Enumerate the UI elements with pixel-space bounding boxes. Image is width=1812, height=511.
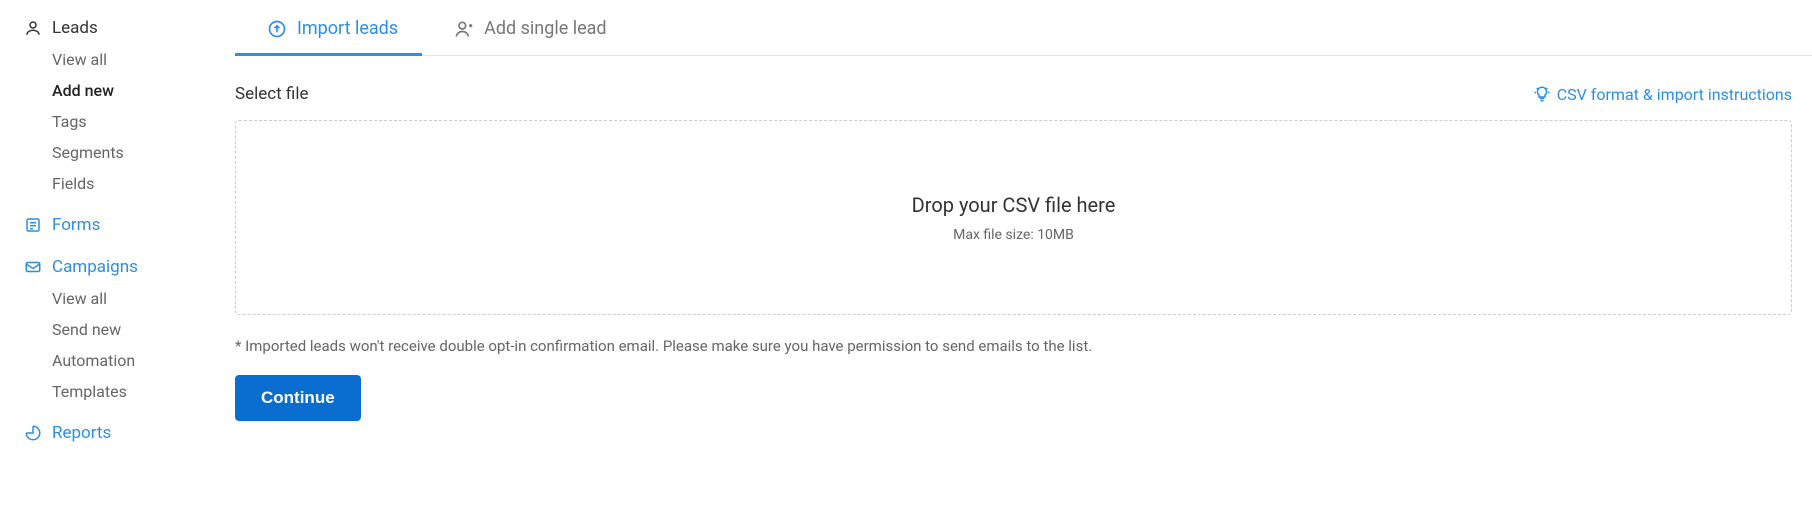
sidebar-item-campaigns-view-all[interactable]: View all xyxy=(52,283,235,314)
tab-label: Add single lead xyxy=(484,18,606,39)
lightbulb-icon xyxy=(1533,85,1551,103)
envelope-icon xyxy=(24,258,42,276)
sidebar-section-campaigns: Campaigns View all Send new Automation T… xyxy=(24,251,235,407)
sidebar-item-fields[interactable]: Fields xyxy=(52,168,235,199)
sidebar-item-tags[interactable]: Tags xyxy=(52,106,235,137)
content-area: Select file CSV format & imp xyxy=(235,56,1792,421)
main-content: Import leads Add single lead Select file xyxy=(235,0,1812,511)
sidebar-label: Forms xyxy=(52,215,100,235)
sidebar-label: Leads xyxy=(52,18,98,38)
dropzone-subtitle: Max file size: 10MB xyxy=(953,227,1074,243)
section-title: Select file xyxy=(235,84,309,104)
sidebar-header-leads[interactable]: Leads xyxy=(24,12,235,44)
import-note: * Imported leads won't receive double op… xyxy=(235,337,1792,355)
sidebar-item-send-new[interactable]: Send new xyxy=(52,314,235,345)
tab-import-leads[interactable]: Import leads xyxy=(235,0,422,55)
user-icon xyxy=(24,19,42,37)
section-header: Select file CSV format & imp xyxy=(235,84,1792,104)
form-icon xyxy=(24,216,42,234)
csv-dropzone[interactable]: Drop your CSV file here Max file size: 1… xyxy=(235,120,1792,315)
sidebar-section-reports: Reports xyxy=(24,417,235,449)
help-link-text: CSV format & import instructions xyxy=(1557,85,1792,104)
sidebar-item-view-all[interactable]: View all xyxy=(52,44,235,75)
sidebar-item-add-new[interactable]: Add new xyxy=(52,75,235,106)
sidebar: Leads View all Add new Tags Segments Fie… xyxy=(0,0,235,511)
sidebar-item-templates[interactable]: Templates xyxy=(52,376,235,407)
sidebar-sub-leads: View all Add new Tags Segments Fields xyxy=(24,44,235,199)
sidebar-item-automation[interactable]: Automation xyxy=(52,345,235,376)
tab-label: Import leads xyxy=(297,18,398,39)
sidebar-label: Campaigns xyxy=(52,257,138,277)
sidebar-header-reports[interactable]: Reports xyxy=(24,417,235,449)
sidebar-item-segments[interactable]: Segments xyxy=(52,137,235,168)
sidebar-label: Reports xyxy=(52,423,111,443)
csv-help-link[interactable]: CSV format & import instructions xyxy=(1533,85,1792,104)
sidebar-section-leads: Leads View all Add new Tags Segments Fie… xyxy=(24,12,235,199)
user-plus-icon xyxy=(454,19,474,39)
sidebar-header-campaigns[interactable]: Campaigns xyxy=(24,251,235,283)
chart-icon xyxy=(24,424,42,442)
tab-add-single-lead[interactable]: Add single lead xyxy=(422,0,630,55)
continue-button[interactable]: Continue xyxy=(235,375,361,421)
dropzone-title: Drop your CSV file here xyxy=(912,193,1116,217)
sidebar-section-forms: Forms xyxy=(24,209,235,241)
tabs: Import leads Add single lead xyxy=(235,0,1812,56)
sidebar-header-forms[interactable]: Forms xyxy=(24,209,235,241)
upload-circle-icon xyxy=(267,19,287,39)
sidebar-sub-campaigns: View all Send new Automation Templates xyxy=(24,283,235,407)
